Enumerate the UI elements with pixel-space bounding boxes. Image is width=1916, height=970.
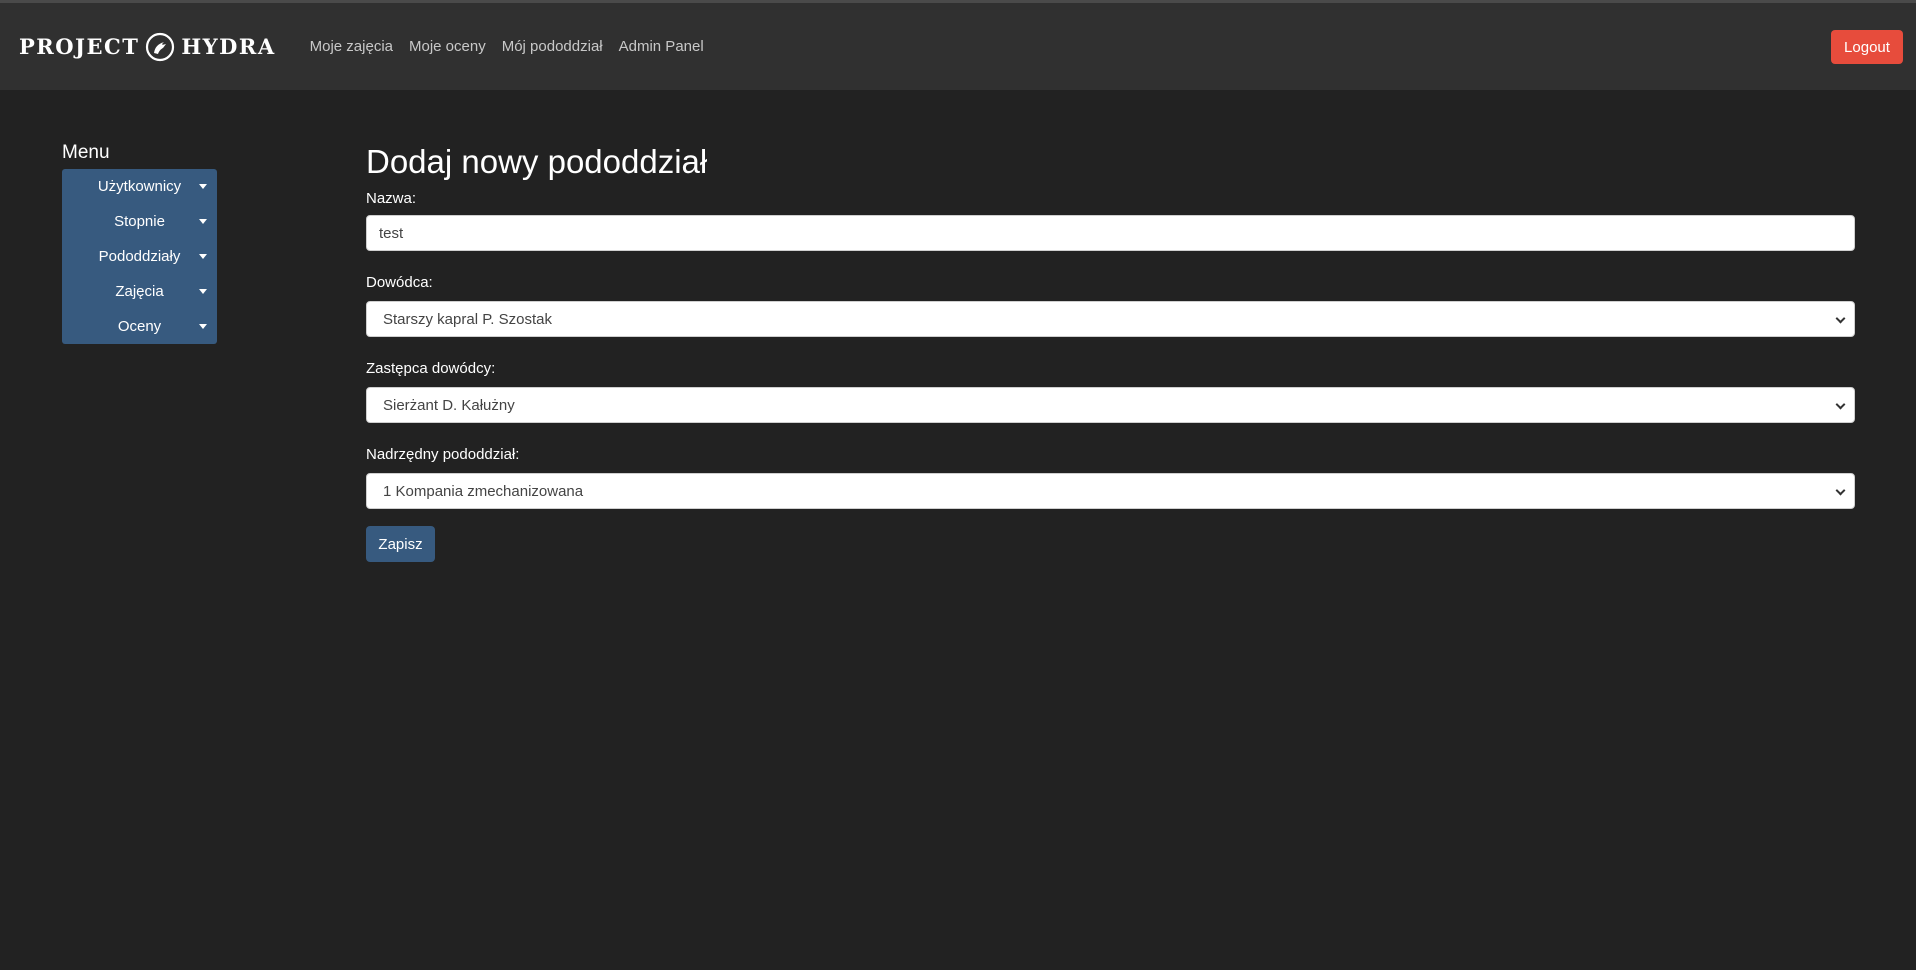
parent-unit-label: Nadrzędny pododdział:: [366, 446, 520, 463]
sidebar-item-pododdzialy[interactable]: Pododdziały: [62, 239, 217, 274]
chevron-down-icon: [1835, 313, 1846, 324]
name-field-group: Nazwa:: [366, 190, 1855, 251]
nav-link-moje-zajecia[interactable]: Moje zajęcia: [310, 38, 393, 55]
deputy-select[interactable]: Sierżant D. Kałużny: [366, 387, 1855, 423]
commander-field-group: Dowódca: Starszy kapral P. Szostak: [366, 274, 1855, 337]
sidebar-title: Menu: [62, 142, 110, 163]
caret-down-icon: [199, 254, 207, 259]
brand-text-left: PROJECT: [19, 34, 140, 59]
brand-text-right: HYDRA: [181, 34, 276, 59]
chevron-down-icon: [1835, 399, 1846, 410]
hydra-logo-icon: [145, 32, 175, 62]
parent-unit-select-value: 1 Kompania zmechanizowana: [383, 482, 584, 500]
parent-unit-select[interactable]: 1 Kompania zmechanizowana: [366, 473, 1855, 509]
commander-select[interactable]: Starszy kapral P. Szostak: [366, 301, 1855, 337]
sidebar: Menu Użytkownicy Stopnie Pododdziały Zaj…: [62, 143, 218, 344]
nav-link-admin-panel[interactable]: Admin Panel: [619, 38, 704, 55]
caret-down-icon: [199, 219, 207, 224]
name-label: Nazwa:: [366, 190, 417, 207]
sidebar-menu: Użytkownicy Stopnie Pododdziały Zajęcia …: [62, 169, 217, 344]
nav-link-moj-pododdzial[interactable]: Mój pododdział: [502, 38, 603, 55]
caret-down-icon: [199, 184, 207, 189]
sidebar-item-uzytkownicy[interactable]: Użytkownicy: [62, 169, 217, 204]
save-button[interactable]: Zapisz: [366, 526, 435, 562]
nav-link-moje-oceny[interactable]: Moje oceny: [409, 38, 486, 55]
sidebar-item-stopnie[interactable]: Stopnie: [62, 204, 217, 239]
commander-label: Dowódca:: [366, 274, 433, 291]
sidebar-item-label: Oceny: [117, 318, 162, 335]
parent-unit-field-group: Nadrzędny pododdział: 1 Kompania zmechan…: [366, 446, 1855, 509]
sidebar-item-label: Użytkownicy: [97, 178, 182, 195]
caret-down-icon: [199, 324, 207, 329]
logout-button[interactable]: Logout: [1831, 30, 1903, 64]
sidebar-item-label: Zajęcia: [115, 283, 164, 300]
main-content: Dodaj nowy pododdział Nazwa: Dowódca: St…: [366, 142, 1855, 562]
sidebar-item-oceny[interactable]: Oceny: [62, 309, 217, 344]
brand-logo[interactable]: PROJECT HYDRA: [19, 32, 276, 62]
sidebar-item-label: Pododdziały: [98, 248, 181, 265]
main-nav: Moje zajęcia Moje oceny Mój pododdział A…: [310, 38, 720, 55]
caret-down-icon: [199, 289, 207, 294]
sidebar-item-zajecia[interactable]: Zajęcia: [62, 274, 217, 309]
page-title: Dodaj nowy pododdział: [366, 143, 708, 180]
deputy-field-group: Zastępca dowódcy: Sierżant D. Kałużny: [366, 360, 1855, 423]
name-input[interactable]: [366, 215, 1855, 251]
commander-select-value: Starszy kapral P. Szostak: [383, 310, 552, 328]
deputy-select-value: Sierżant D. Kałużny: [383, 396, 515, 414]
top-navbar: PROJECT HYDRA Moje zajęcia Moje oceny Mó…: [0, 3, 1916, 90]
chevron-down-icon: [1835, 485, 1846, 496]
sidebar-item-label: Stopnie: [114, 213, 165, 230]
deputy-label: Zastępca dowódcy:: [366, 360, 496, 377]
